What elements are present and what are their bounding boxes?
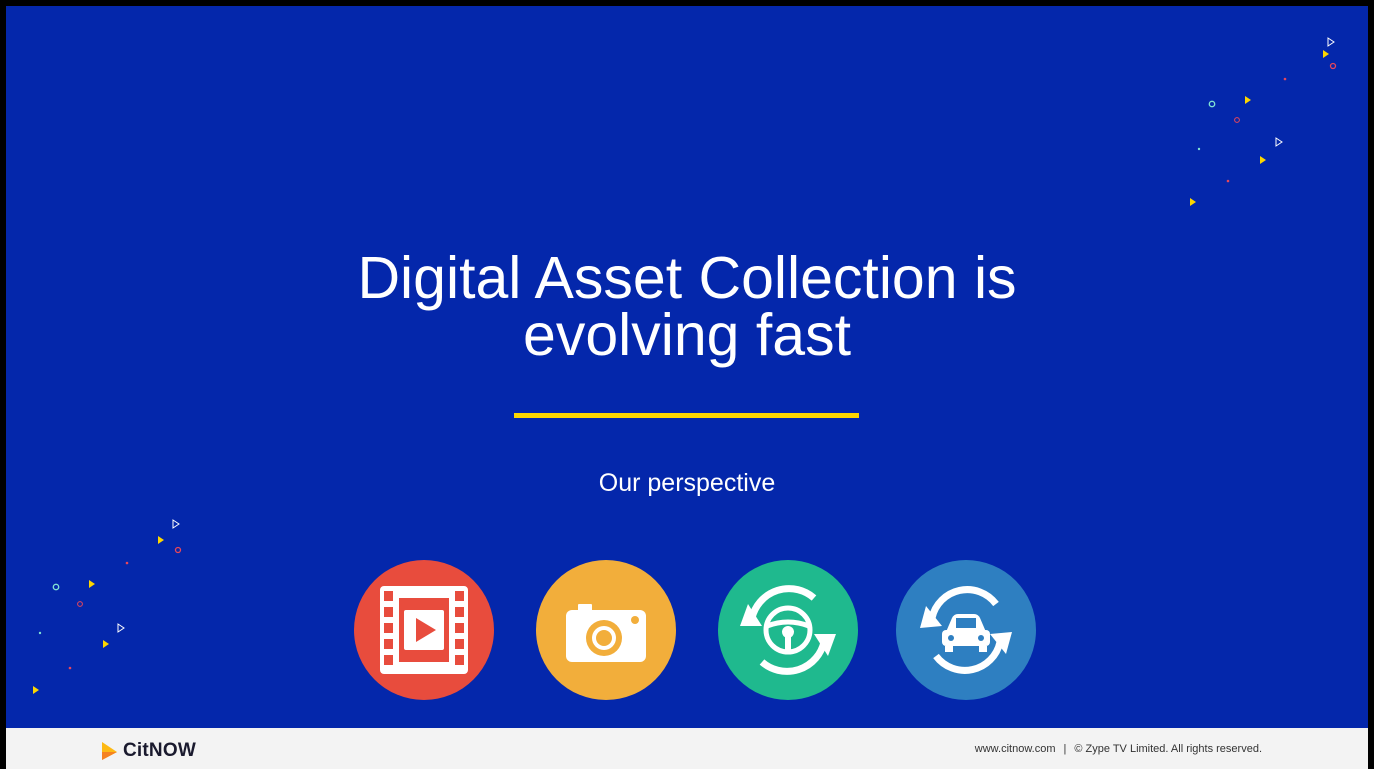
car-exchange-icon [896, 560, 1036, 700]
brand-name: CitNOW [123, 740, 196, 761]
slide-body: Digital Asset Collection is evolving fas… [6, 6, 1368, 728]
footer: CitNOW www.citnow.com | © Zype TV Limited.… [6, 728, 1368, 769]
video-icon [354, 560, 494, 700]
title-underline [514, 413, 859, 418]
footer-website: www.citnow.com [974, 743, 1056, 755]
slide: Digital Asset Collection is evolving fas… [0, 0, 1374, 769]
camera-icon [536, 560, 676, 700]
steering-wheel-icon [718, 560, 858, 700]
slide-subtitle: Our perspective [598, 469, 776, 497]
footer-separator: | [1063, 743, 1067, 755]
slide-title-line-1: Digital Asset Collection is [357, 245, 1017, 311]
footer-copyright: © Zype TV Limited. All rights reserved. [1074, 743, 1262, 755]
footer-legal: www.citnow.com | © Zype TV Limited. All ri… [975, 741, 1262, 757]
logo-arrow-icon [102, 742, 117, 760]
slide-title-line-2: evolving fast [523, 302, 851, 368]
slide-title: Digital Asset Collection is evolving fas… [6, 245, 1368, 368]
